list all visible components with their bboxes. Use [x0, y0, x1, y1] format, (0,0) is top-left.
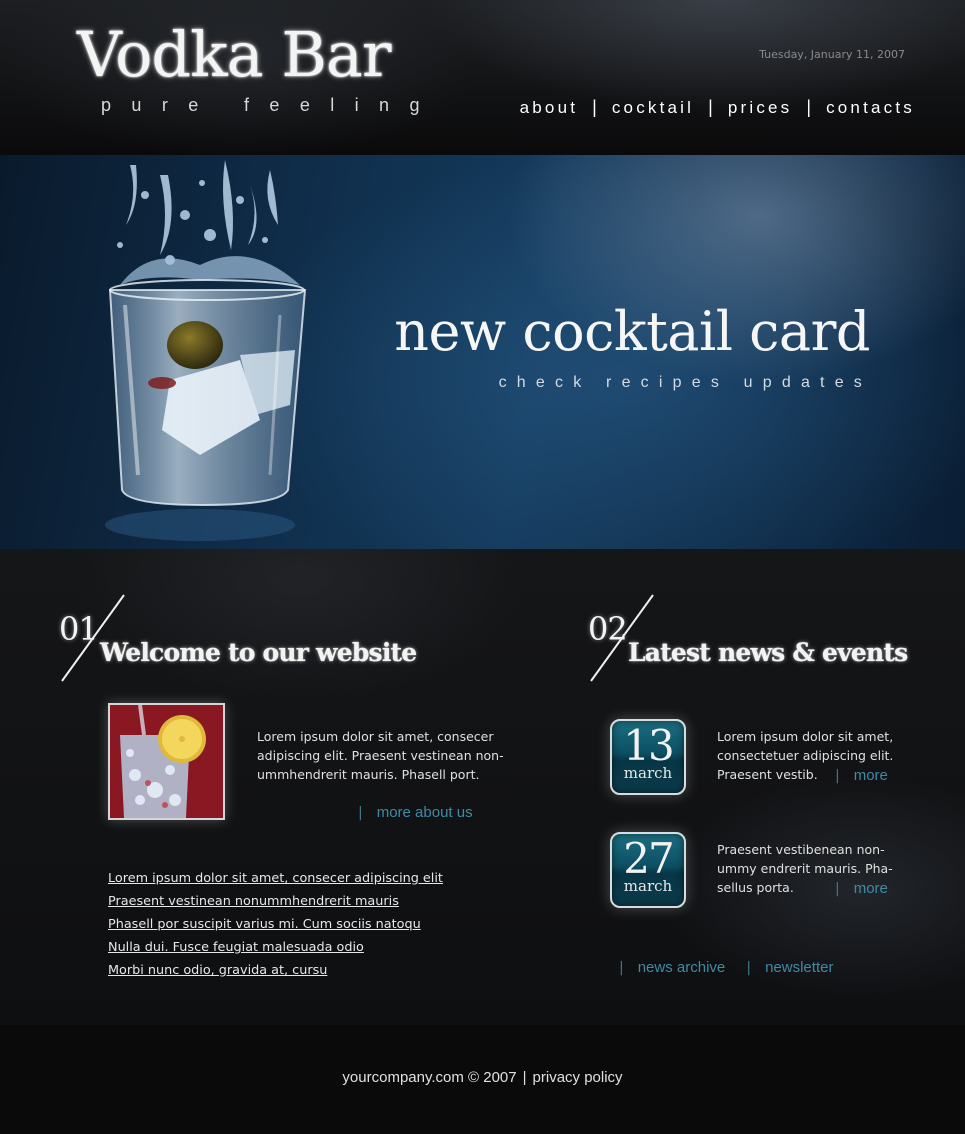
more-about-link[interactable]: more about us — [377, 804, 473, 821]
list-link[interactable]: Phasell por suscipit varius mi. Cum soci… — [108, 917, 421, 932]
list-item: Morbi nunc odio, gravida at, cursu — [108, 959, 443, 982]
nav-cocktail[interactable]: cocktail — [612, 98, 694, 118]
vodka-glass-image — [105, 160, 307, 541]
more-about-link-wrap: | more about us — [358, 802, 473, 821]
cocktail-image — [110, 705, 223, 818]
list-item: Phasell por suscipit varius mi. Cum soci… — [108, 913, 443, 936]
logo-tagline: pure feeling — [101, 95, 440, 115]
logo-title[interactable]: Vodka Bar — [77, 24, 392, 86]
welcome-title: Welcome to our website — [100, 638, 417, 667]
header: Vodka Bar pure feeling Tuesday, January … — [0, 0, 965, 155]
date-text: Tuesday, January 11, 2007 — [759, 48, 905, 61]
page: Vodka Bar pure feeling Tuesday, January … — [0, 0, 965, 1134]
nav-separator: | — [708, 97, 713, 117]
banner-subheading: check recipes updates — [498, 374, 872, 391]
nav-prices[interactable]: prices — [728, 98, 793, 118]
nav-contacts[interactable]: contacts — [826, 98, 915, 118]
newsletter-link[interactable]: newsletter — [765, 959, 833, 976]
list-link[interactable]: Nulla dui. Fusce feugiat malesuada odio — [108, 940, 364, 955]
nav-about[interactable]: about — [520, 98, 579, 118]
news-more-link[interactable]: more — [854, 767, 888, 784]
list-item: Lorem ipsum dolor sit amet, consecer adi… — [108, 867, 443, 890]
date-badge: 27 march — [610, 832, 686, 908]
list-link[interactable]: Morbi nunc odio, gravida at, cursu — [108, 963, 327, 978]
footer: yourcompany.com © 2007 | privacy policy — [0, 1025, 965, 1134]
date-badge: 13 march — [610, 719, 686, 795]
cocktail-thumbnail[interactable] — [108, 703, 225, 820]
news-title: Latest news & events — [628, 638, 908, 667]
content-area: 01 Welcome to our website Lorem ipsum do… — [0, 549, 965, 1025]
news-footer-links: | news archive | newsletter — [619, 957, 833, 976]
badge-day: 27 — [623, 834, 674, 883]
list-item: Nulla dui. Fusce feugiat malesuada odio — [108, 936, 443, 959]
news-archive-link[interactable]: news archive — [638, 959, 726, 976]
welcome-body: Lorem ipsum dolor sit amet, consecer adi… — [257, 729, 504, 782]
link-separator: | — [358, 805, 363, 821]
banner-heading: new cocktail card — [394, 300, 870, 363]
privacy-policy-link[interactable]: privacy policy — [533, 1069, 623, 1086]
list-link[interactable]: Lorem ipsum dolor sit amet, consecer adi… — [108, 871, 443, 886]
news-more-wrap: | more — [835, 878, 888, 897]
footer-separator: | — [522, 1069, 527, 1086]
hero-banner[interactable]: new cocktail card check recipes updates — [0, 155, 965, 549]
link-separator: | — [835, 768, 840, 784]
footer-copyright: yourcompany.com © 2007 — [342, 1069, 517, 1086]
link-list: Lorem ipsum dolor sit amet, consecer adi… — [108, 867, 443, 982]
link-separator: | — [746, 960, 752, 976]
list-link[interactable]: Praesent vestinean nonummhendrerit mauri… — [108, 894, 399, 909]
news-more-wrap: | more — [835, 765, 888, 784]
main-nav: about | cocktail | prices | contacts — [520, 97, 915, 118]
nav-separator: | — [592, 97, 597, 117]
badge-day: 13 — [623, 721, 674, 770]
link-separator: | — [619, 960, 624, 976]
link-separator: | — [835, 881, 840, 897]
footer-line: yourcompany.com © 2007 | privacy policy — [0, 1069, 965, 1086]
news-more-link[interactable]: more — [854, 880, 888, 897]
nav-separator: | — [806, 97, 812, 117]
list-item: Praesent vestinean nonummhendrerit mauri… — [108, 890, 443, 913]
